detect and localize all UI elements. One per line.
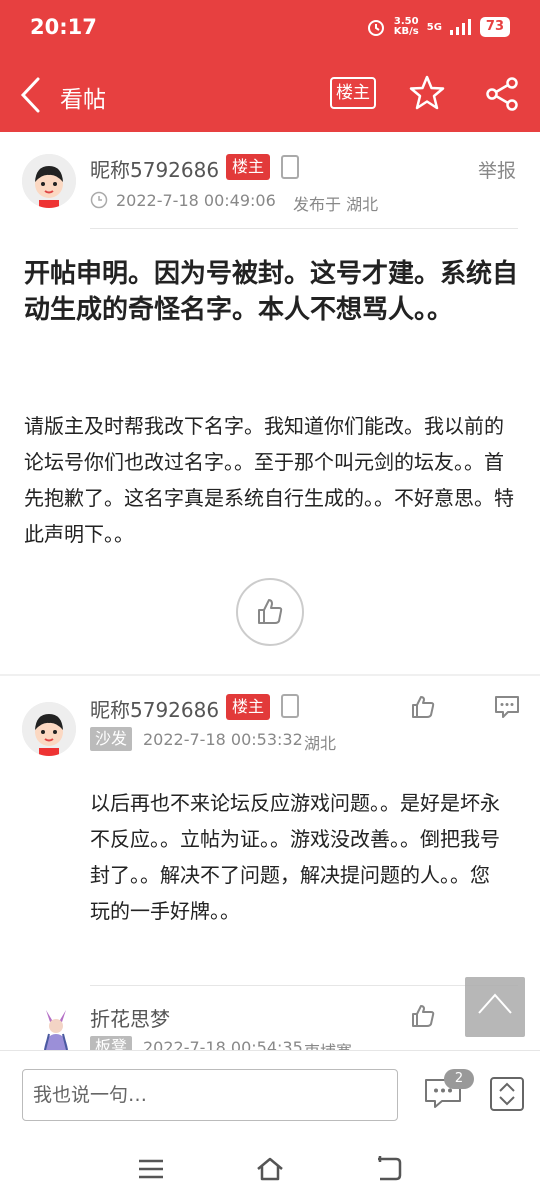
page-jump-button[interactable] (490, 1077, 524, 1111)
avatar-girl-icon (22, 702, 76, 756)
home-icon[interactable] (255, 1154, 285, 1184)
thumbs-up-icon[interactable] (410, 694, 436, 720)
avatar-character-icon (44, 1010, 68, 1050)
only-owner-button[interactable]: 楼主 (330, 77, 376, 109)
comment-icon[interactable] (494, 694, 520, 720)
reply-body: 以后再也不来论坛反应游戏问题。。是好是坏永不反应。。立帖为证。。游戏没改善。。倒… (90, 791, 500, 923)
clock: 20:17 (30, 15, 97, 39)
floor-label: 沙发 (90, 727, 133, 751)
back-arrow-icon[interactable] (18, 76, 44, 114)
speed-unit: KB/s (393, 26, 419, 37)
post-datetime: 2022-7-18 00:49:06 (116, 191, 276, 210)
chevron-up-down-icon (499, 1082, 515, 1106)
reply-datetime: 2022-7-18 00:53:32 (143, 730, 303, 749)
owner-badge: 楼主 (226, 694, 271, 720)
arrow-up-icon (478, 993, 512, 1014)
thumbs-up-icon (258, 599, 283, 624)
top-bar: 20:17 3.50 KB/s 5G 73 看帖 楼主 (0, 0, 540, 132)
divider (90, 985, 518, 986)
clock-icon (90, 191, 108, 209)
share-icon[interactable] (484, 76, 520, 112)
avatar-girl-icon (22, 154, 76, 208)
section-divider (0, 674, 540, 676)
header: 看帖 楼主 (0, 58, 540, 132)
battery-indicator: 73 (479, 17, 510, 37)
back-to-top-button[interactable] (465, 977, 525, 1037)
avatar[interactable] (36, 1008, 76, 1050)
thumbs-up-icon[interactable] (410, 1003, 436, 1029)
status-bar: 20:17 3.50 KB/s 5G 73 (0, 0, 540, 58)
status-icons: 3.50 KB/s 5G 73 (366, 17, 510, 37)
favorite-star-icon[interactable] (408, 74, 446, 112)
reply-input[interactable]: 我也说一句… (22, 1069, 398, 1121)
author-name[interactable]: 昵称5792686 (90, 154, 219, 183)
report-link[interactable]: 举报 (478, 156, 516, 183)
post-title: 开帖申明。因为号被封。这号才建。系统自动生成的奇怪名字。本人不想骂人。。 (24, 259, 519, 325)
comment-count-badge: 2 (444, 1069, 474, 1089)
system-nav-bar (0, 1138, 540, 1200)
avatar[interactable] (22, 154, 76, 208)
mobile-icon (281, 694, 299, 718)
reply-bar: 我也说一句… 2 (0, 1050, 540, 1138)
owner-badge: 楼主 (226, 154, 271, 180)
reply-author-name[interactable]: 折花思梦 (90, 1003, 170, 1032)
avatar[interactable] (22, 702, 76, 756)
page-title: 看帖 (60, 87, 106, 113)
alarm-icon (367, 20, 384, 36)
network-speed: 3.50 KB/s (394, 17, 419, 37)
back-icon[interactable] (374, 1154, 404, 1184)
divider (90, 228, 518, 229)
post-location: 发布于 湖北 (293, 195, 379, 214)
like-button[interactable] (236, 578, 304, 646)
reply-location: 湖北 (304, 734, 337, 753)
post-body: 请版主及时帮我改下名字。我知道你们能改。我以前的论坛号你们也改过名字。。至于那个… (24, 414, 514, 546)
menu-icon[interactable] (136, 1154, 166, 1184)
network-type: 5G (426, 21, 442, 33)
signal-icon (449, 19, 471, 35)
reply-author-name[interactable]: 昵称5792686 (90, 694, 219, 723)
mobile-icon (281, 155, 299, 179)
